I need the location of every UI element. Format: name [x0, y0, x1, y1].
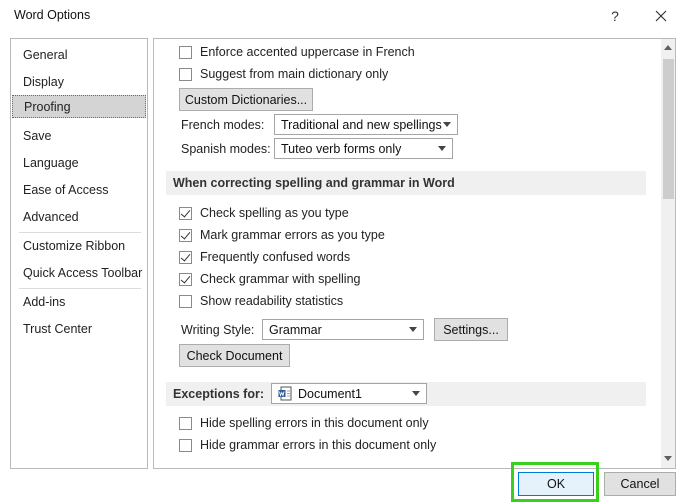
readability-checkbox[interactable]: [179, 294, 192, 308]
writing-style-select[interactable]: Grammar: [262, 319, 424, 340]
option-label: Hide spelling errors in this document on…: [200, 416, 429, 430]
confused-words-option[interactable]: Frequently confused words: [179, 247, 350, 267]
chevron-down-icon: [438, 146, 446, 151]
vertical-scrollbar[interactable]: [661, 39, 675, 468]
spanish-modes-value: Tuteo verb forms only: [281, 141, 402, 156]
exceptions-label: Exceptions for:: [173, 387, 264, 401]
nav-item-quick-access-toolbar[interactable]: Quick Access Toolbar: [12, 262, 146, 285]
scroll-up-icon[interactable]: [664, 45, 672, 50]
window-title: Word Options: [14, 8, 91, 22]
nav-item-proofing[interactable]: Proofing: [12, 95, 146, 118]
option-label: Check grammar with spelling: [200, 272, 361, 286]
writing-style-label: Writing Style:: [181, 323, 255, 337]
check-grammar-option[interactable]: Check grammar with spelling: [179, 269, 360, 289]
nav-item-add-ins[interactable]: Add-ins: [12, 291, 146, 314]
hide-spelling-errors-option[interactable]: Hide spelling errors in this document on…: [179, 413, 429, 433]
title-bar: Word Options ?: [0, 0, 684, 32]
nav-item-advanced[interactable]: Advanced: [12, 206, 146, 229]
spanish-modes-label: Spanish modes:: [181, 142, 271, 156]
close-icon: [655, 10, 667, 22]
nav-item-general[interactable]: General: [12, 44, 146, 67]
ok-button[interactable]: OK: [518, 472, 594, 496]
writing-style-value: Grammar: [269, 322, 322, 337]
spelling-grammar-section-header: When correcting spelling and grammar in …: [166, 171, 646, 195]
check-grammar-checkbox[interactable]: [179, 272, 192, 286]
option-label: Check spelling as you type: [200, 206, 349, 220]
suggest-main-dictionary-option[interactable]: Suggest from main dictionary only: [179, 64, 388, 84]
settings-button[interactable]: Settings...: [434, 318, 508, 341]
hide-grammar-errors-checkbox[interactable]: [179, 438, 192, 452]
options-nav: General Display Proofing Save Language E…: [10, 38, 148, 469]
nav-divider: [19, 232, 141, 233]
nav-item-save[interactable]: Save: [12, 125, 146, 148]
chevron-down-icon: [443, 122, 451, 127]
french-modes-label: French modes:: [181, 118, 265, 132]
enforce-accented-checkbox[interactable]: [179, 45, 192, 59]
option-label: Frequently confused words: [200, 250, 351, 264]
option-label: Enforce accented uppercase in French: [200, 45, 415, 59]
nav-item-trust-center[interactable]: Trust Center: [12, 318, 146, 341]
mark-grammar-option[interactable]: Mark grammar errors as you type: [179, 225, 385, 245]
cancel-button[interactable]: Cancel: [604, 472, 676, 496]
check-spelling-option[interactable]: Check spelling as you type: [179, 203, 349, 223]
nav-item-display[interactable]: Display: [12, 71, 146, 94]
confused-words-checkbox[interactable]: [179, 250, 192, 264]
check-document-button[interactable]: Check Document: [179, 344, 290, 367]
word-document-icon: [278, 386, 292, 401]
nav-divider: [19, 288, 141, 289]
custom-dictionaries-button[interactable]: Custom Dictionaries...: [179, 88, 313, 111]
suggest-main-dictionary-checkbox[interactable]: [179, 67, 192, 81]
scroll-down-icon[interactable]: [664, 456, 672, 461]
nav-item-ease-of-access[interactable]: Ease of Access: [12, 179, 146, 202]
chevron-down-icon: [412, 391, 420, 396]
nav-item-language[interactable]: Language: [12, 152, 146, 175]
spanish-modes-select[interactable]: Tuteo verb forms only: [274, 138, 453, 159]
option-label: Suggest from main dictionary only: [200, 67, 389, 81]
scrollbar-thumb[interactable]: [663, 59, 674, 199]
enforce-accented-option[interactable]: Enforce accented uppercase in French: [179, 42, 415, 62]
help-button[interactable]: ?: [600, 4, 630, 28]
hide-spelling-errors-checkbox[interactable]: [179, 416, 192, 430]
help-icon: ?: [611, 8, 619, 24]
check-spelling-checkbox[interactable]: [179, 206, 192, 220]
chevron-down-icon: [409, 327, 417, 332]
french-modes-select[interactable]: Traditional and new spellings: [274, 114, 458, 135]
option-label: Hide grammar errors in this document onl…: [200, 438, 437, 452]
close-button[interactable]: [646, 4, 676, 28]
exceptions-document-select[interactable]: Document1: [271, 383, 427, 404]
nav-item-customize-ribbon[interactable]: Customize Ribbon: [12, 235, 146, 258]
mark-grammar-checkbox[interactable]: [179, 228, 192, 242]
option-label: Show readability statistics: [200, 294, 344, 308]
french-modes-value: Traditional and new spellings: [281, 117, 442, 132]
readability-option[interactable]: Show readability statistics: [179, 291, 343, 311]
proofing-content: Enforce accented uppercase in French Sug…: [153, 38, 676, 469]
option-label: Mark grammar errors as you type: [200, 228, 385, 242]
hide-grammar-errors-option[interactable]: Hide grammar errors in this document onl…: [179, 435, 436, 455]
exceptions-document-value: Document1: [298, 386, 362, 401]
